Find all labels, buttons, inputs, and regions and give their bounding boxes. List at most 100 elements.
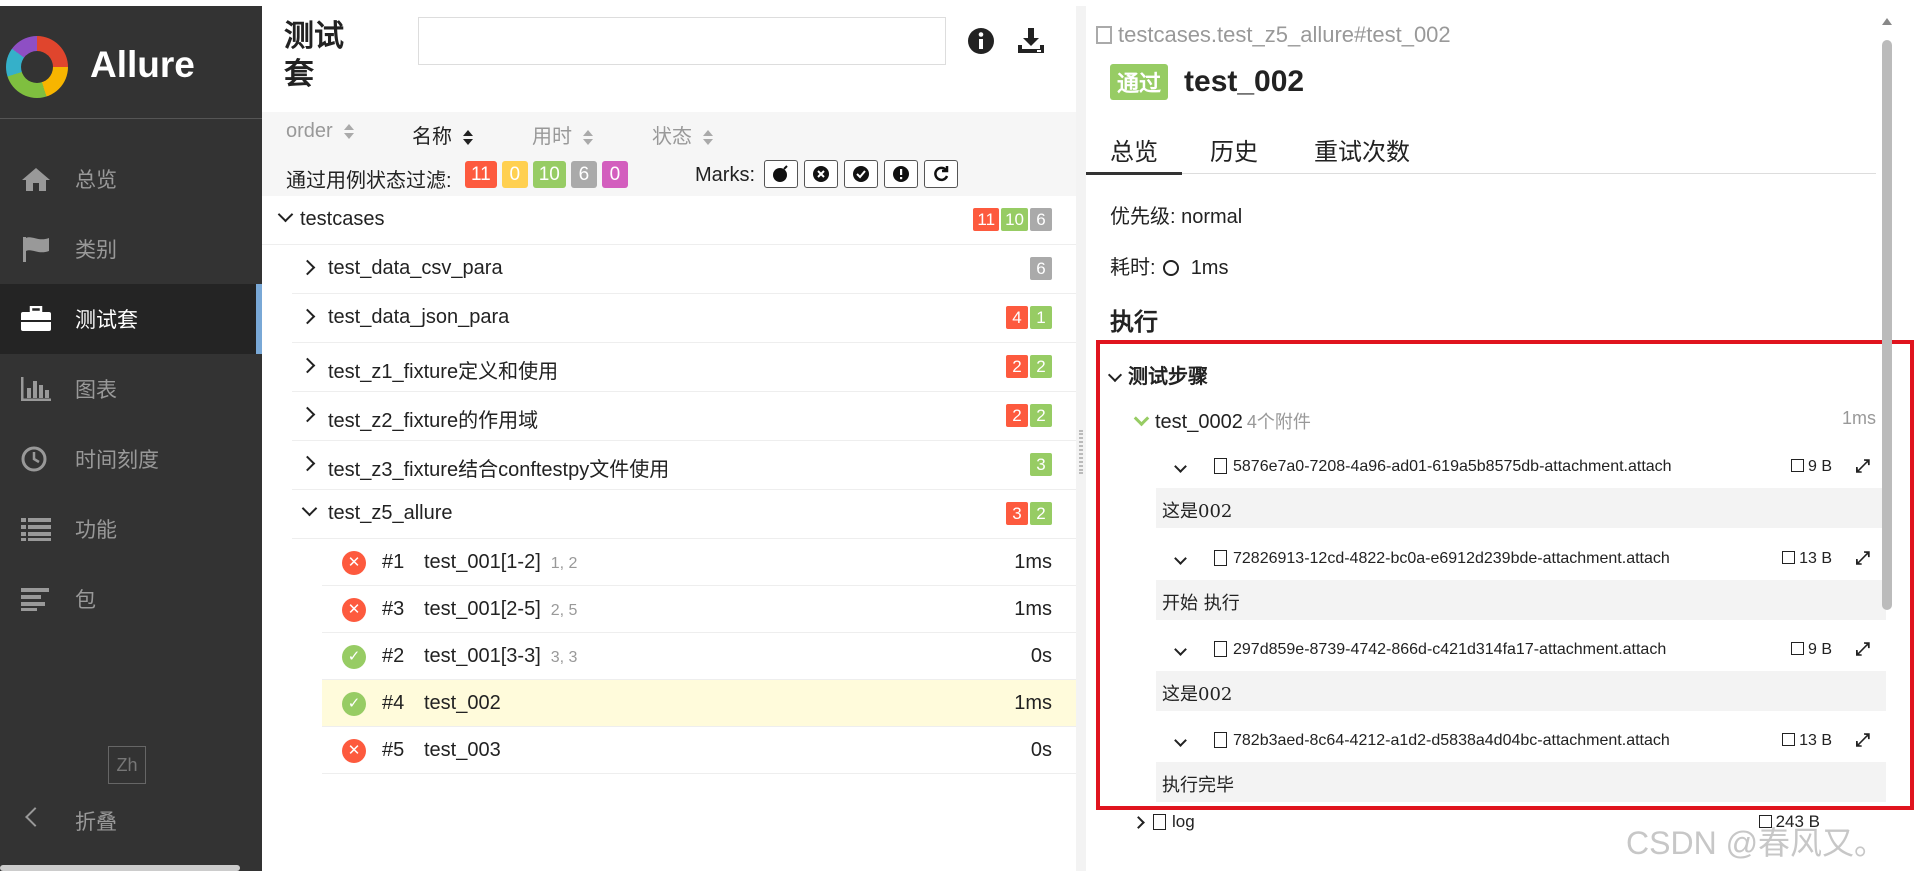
tree-node[interactable]: test_z2_fixture的作用域 2 2 [292,392,1076,441]
flag-icon [23,237,49,262]
filter-broken-badge[interactable]: 0 [501,161,528,188]
tree-node-label: test_z1_fixture定义和使用 [328,361,559,383]
expand-icon[interactable]: ⤢ [1856,548,1870,569]
test-case-row[interactable]: ✕ #3 test_001[2-5] 2, 5 1ms [322,586,1076,633]
save-icon [1790,642,1804,655]
breadcrumb[interactable]: testcases.test_z5_allure#test_002 [1096,22,1451,48]
expand-icon[interactable]: ⤢ [1856,639,1870,660]
detail-tabs: 总览 历史 重试次数 [1086,120,1876,175]
scroll-up-arrow-icon[interactable] [1882,18,1892,25]
chevron-down-icon [301,500,318,517]
mark-new-passed-toggle[interactable] [844,160,878,188]
search-input[interactable] [418,17,946,65]
filter-skipped-badge[interactable]: 6 [570,161,597,188]
steps-heading[interactable]: 测试步骤 [1107,360,1208,389]
copy-icon [1096,26,1112,44]
test-case-row[interactable]: ✓ #2 test_001[3-3] 3, 3 0s [322,633,1076,680]
tree-children: test_data_csv_para 6 test_data_json_para… [292,245,1076,539]
sidebar-nav: 总览 类别 测试套 图表 时间刻度 功能 包 [0,144,262,634]
duration-value: 1ms [1190,257,1229,279]
tab-retries[interactable]: 重试次数 [1314,132,1410,167]
step-row[interactable]: test_0002 4个附件 1ms [1133,408,1876,434]
test-case-row[interactable]: ✕ #5 test_003 0s [322,727,1076,774]
collapse-button[interactable]: 折叠 [0,800,262,840]
allure-logo-icon [6,36,68,98]
chevron-right-icon [299,308,316,325]
case-name: test_003 [424,739,501,762]
filter-passed-badge[interactable]: 10 [532,161,566,188]
sort-icon [582,129,594,147]
tree-node[interactable]: test_z1_fixture定义和使用 2 2 [292,343,1076,392]
marks-toggles [764,160,958,188]
case-params: 3, 3 [550,649,578,666]
sort-status[interactable]: 状态 [652,120,714,149]
chevron-down-icon [1174,643,1187,656]
mark-new-failed-toggle[interactable] [804,160,838,188]
sidebar-item-behaviors[interactable]: 功能 [0,494,262,564]
tree-node-expanded[interactable]: test_z5_allure 3 2 [292,490,1076,539]
test-case-row[interactable]: ✕ #1 test_001[1-2] 1, 2 1ms [322,539,1076,586]
tree-node[interactable]: test_data_csv_para 6 [292,245,1076,294]
case-order: #2 [382,645,405,667]
count-badges: 2 2 [1004,404,1052,427]
info-icon[interactable] [966,26,996,56]
case-name-text: test_002 [424,692,501,714]
tab-overview[interactable]: 总览 [1086,132,1182,175]
sort-duration[interactable]: 用时 [532,120,594,149]
mark-flaky-toggle[interactable] [764,160,798,188]
download-icon[interactable] [1016,26,1046,56]
detail-scrollbar[interactable] [1882,40,1892,610]
filter-failed-badge[interactable]: 11 [465,161,497,188]
sidebar-item-suites[interactable]: 测试套 [0,284,262,354]
sidebar-scrollbar[interactable] [0,865,240,871]
execution-heading: 执行 [1110,309,1158,336]
expand-icon[interactable]: ⤢ [1856,456,1870,477]
case-name-text: test_001[1-2] [424,551,541,573]
sidebar-item-categories[interactable]: 类别 [0,214,262,284]
chevron-left-icon [25,807,45,827]
tree-node-label: test_z5_allure [328,502,453,524]
tree-node[interactable]: test_data_json_para 4 1 [292,294,1076,343]
attachment-row[interactable]: 72826913-12cd-4822-bc0a-e6912d239bde-att… [1166,538,1886,580]
attachment-content: 执行完毕 [1156,762,1886,802]
sidebar-item-label: 类别 [75,239,117,262]
sort-label: 名称 [412,126,452,148]
chevron-down-icon [1174,552,1187,565]
allure-logo[interactable]: Allure [0,12,262,118]
sort-name[interactable]: 名称 [412,120,474,149]
panel-splitter[interactable] [1076,6,1086,871]
attachment-row[interactable]: 782b3aed-8c64-4212-a1d2-d5838a4d04bc-att… [1166,720,1886,762]
save-icon [1790,459,1804,472]
sidebar-item-timeline[interactable]: 时间刻度 [0,424,262,494]
attachment-row[interactable]: 297d859e-8739-4742-866d-c421d314fa17-att… [1166,629,1886,671]
filter-unknown-badge[interactable]: 0 [601,161,628,188]
sort-label: 用时 [532,126,572,148]
tree-node-root[interactable]: testcases 11 10 6 [262,196,1076,245]
language-button[interactable]: Zh [108,746,146,784]
case-name-text: test_001[2-5] [424,598,541,620]
status-filter-badges: 11 0 10 6 0 [465,161,628,188]
expand-icon[interactable]: ⤢ [1856,730,1870,751]
sort-order[interactable]: order [286,120,355,143]
attachment-row[interactable]: 5876e7a0-7208-4a96-ad01-619a5b8575db-att… [1166,446,1886,488]
tab-history[interactable]: 历史 [1210,132,1258,167]
mark-retries-toggle[interactable] [924,160,958,188]
tree-node[interactable]: test_z3_fixture结合conftestpy文件使用 3 [292,441,1076,490]
attachment-content: 这是002 [1156,488,1886,528]
case-order: #5 [382,739,405,761]
sidebar-item-graphs[interactable]: 图表 [0,354,262,424]
clock-icon [1163,260,1180,276]
sidebar-item-label: 测试套 [75,309,138,332]
mark-new-broken-toggle[interactable] [884,160,918,188]
chevron-right-icon [299,455,316,472]
case-name-text: test_001[3-3] [424,645,541,667]
breadcrumb-text: testcases.test_z5_allure#test_002 [1118,22,1451,47]
case-name: test_001[2-5] 2, 5 [424,598,577,621]
case-name: test_002 [424,692,501,715]
test-case-row-selected[interactable]: ✓ #4 test_002 1ms [322,680,1076,727]
sidebar-item-packages[interactable]: 包 [0,564,262,634]
failed-count: 2 [1006,355,1028,378]
sidebar-item-overview[interactable]: 总览 [0,144,262,214]
filter-label: 通过用例状态过滤: [286,170,452,192]
passed-count: 10 [1001,208,1028,231]
